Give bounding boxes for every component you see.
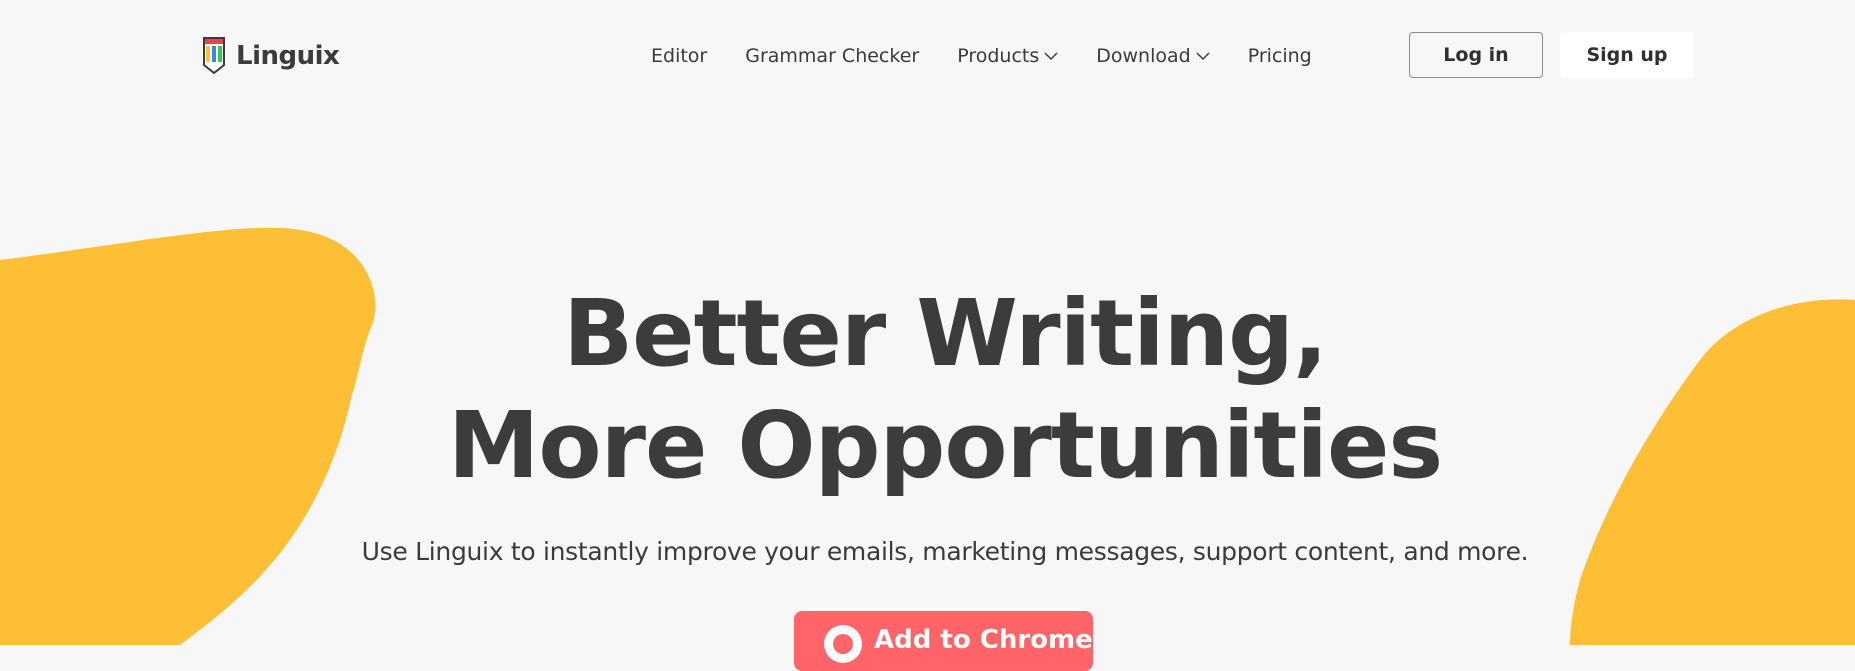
nav-item-label: Pricing <box>1247 45 1312 67</box>
chevron-down-icon <box>1196 52 1210 61</box>
nav-item-editor[interactable]: Editor <box>651 45 707 67</box>
hero-subtitle: Use Linguix to instantly improve your em… <box>361 537 1529 566</box>
cta-label: Add to Chrome <box>874 625 1093 655</box>
brand-name: Linguix <box>236 41 340 71</box>
hero-title-line-1: Better Writing, <box>563 280 1328 387</box>
nav-item-label: Grammar Checker <box>745 45 920 67</box>
add-to-chrome-button[interactable]: Add to Chrome <box>794 611 1093 671</box>
nav-item-download[interactable]: Download <box>1096 45 1210 67</box>
chevron-down-icon <box>1044 52 1058 61</box>
nav-item-pricing[interactable]: Pricing <box>1248 45 1312 67</box>
login-button[interactable]: Log in <box>1409 32 1543 78</box>
main-nav: Editor Grammar Checker Products Download… <box>651 42 1312 70</box>
linguix-logo-icon <box>203 37 225 75</box>
brand-logo[interactable]: Linguix <box>202 36 340 76</box>
hero-title: Better Writing, More Opportunities <box>0 278 1855 502</box>
signup-button[interactable]: Sign up <box>1560 32 1694 78</box>
chrome-icon <box>824 625 862 663</box>
site-header: Linguix Editor Grammar Checker Products … <box>0 0 1855 112</box>
nav-item-label: Editor <box>651 45 708 67</box>
hero-title-line-2: More Opportunities <box>447 392 1443 499</box>
nav-item-grammar-checker[interactable]: Grammar Checker <box>745 45 919 67</box>
nav-item-label: Download <box>1096 45 1191 67</box>
nav-item-products[interactable]: Products <box>957 45 1058 67</box>
nav-item-label: Products <box>957 45 1040 67</box>
